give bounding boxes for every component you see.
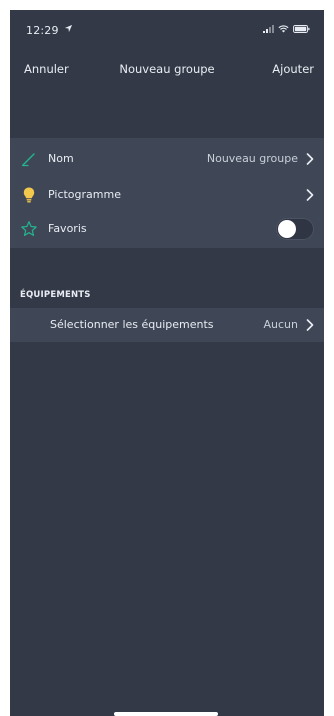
chevron-right-icon [306,319,314,331]
favorite-label: Favoris [48,222,87,235]
wifi-icon [278,25,289,33]
name-value: Nouveau groupe [206,152,298,165]
name-label: Nom [48,152,74,165]
star-icon [21,221,37,236]
favorite-row: Favoris [10,212,324,246]
chevron-right-icon [306,153,314,165]
equipment-section-header: ÉQUIPEMENTS [20,290,91,300]
home-indicator[interactable] [114,712,218,716]
location-arrow-icon [64,24,73,33]
name-row[interactable]: Nom Nouveau groupe [10,142,324,176]
pencil-icon [21,153,35,167]
equipment-panel: Sélectionner les équipements Aucun [10,308,324,342]
select-equipment-row[interactable]: Sélectionner les équipements Aucun [10,308,324,342]
cancel-button[interactable]: Annuler [24,62,69,76]
navigation-bar: Annuler Nouveau groupe Ajouter [10,58,324,82]
chevron-right-icon [306,189,314,201]
battery-icon [293,25,310,33]
toggle-knob [278,220,296,238]
lightbulb-icon [23,187,35,203]
favorite-toggle[interactable] [276,218,314,240]
status-icons [263,25,310,33]
select-equipment-label: Sélectionner les équipements [50,318,214,331]
select-equipment-value: Aucun [263,318,299,331]
phone-screen: 12:29 Annuler Nouveau groupe Ajouter Nom… [10,10,324,716]
pictogram-row[interactable]: Pictogramme [10,178,324,212]
status-bar: 12:29 [10,10,324,50]
signal-icon [263,25,274,33]
add-button[interactable]: Ajouter [272,62,314,76]
group-settings-panel: Nom Nouveau groupe Pictogramme Favoris [10,138,324,248]
status-time: 12:29 [26,24,59,37]
pictogram-label: Pictogramme [48,188,121,201]
